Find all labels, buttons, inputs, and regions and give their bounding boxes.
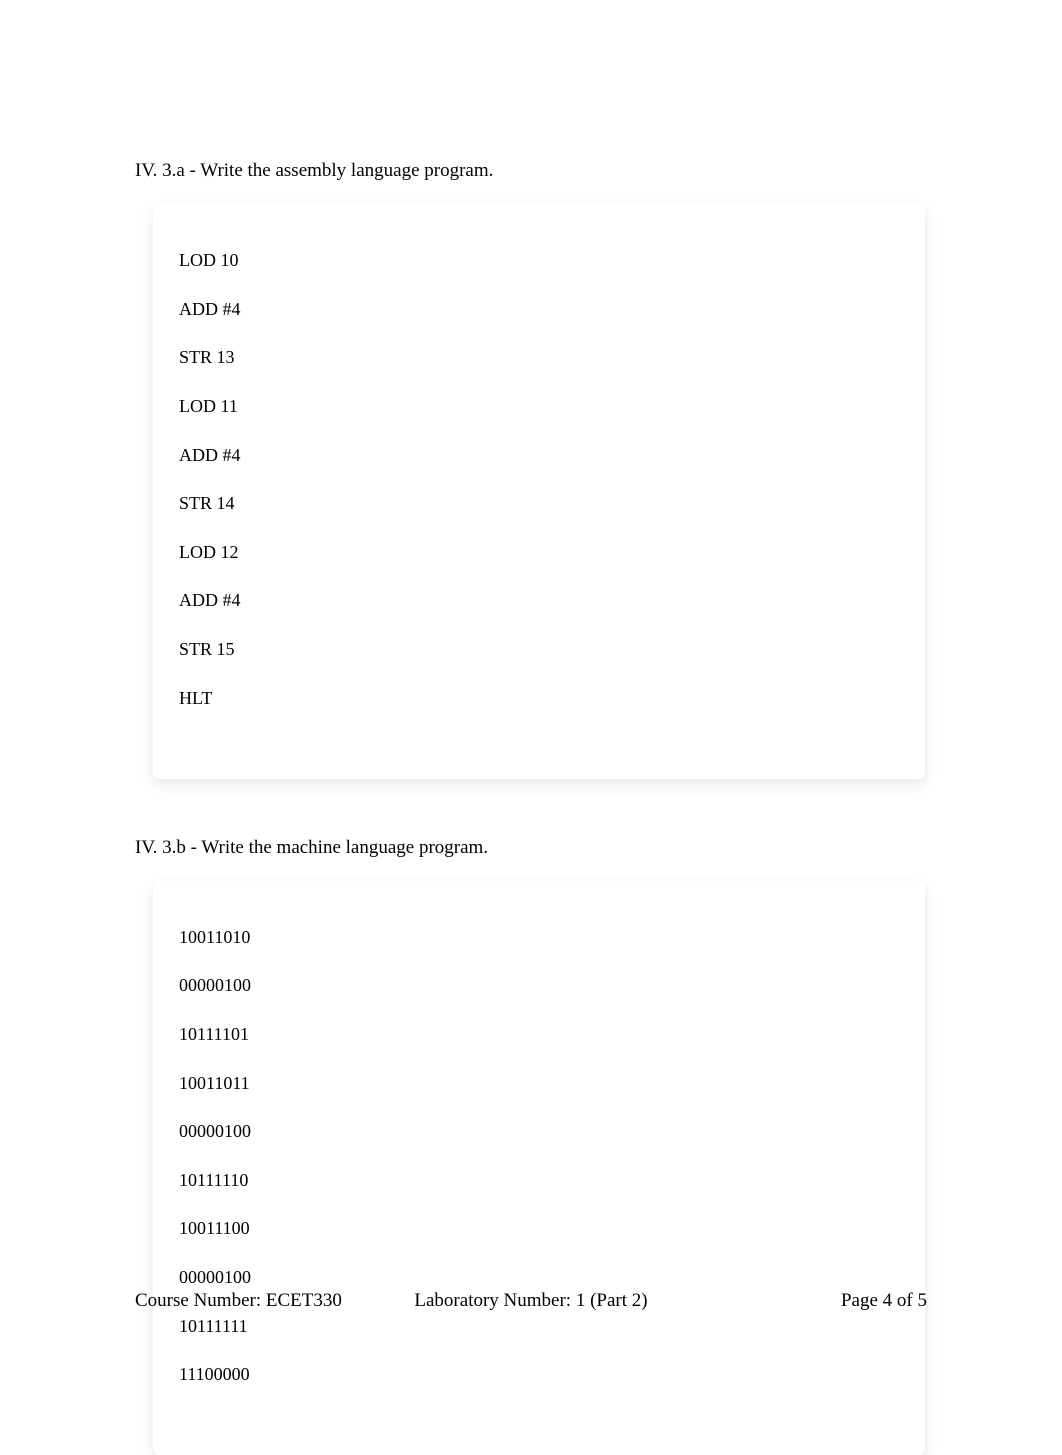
code-line: LOD 12 <box>179 540 899 564</box>
code-line: 10011011 <box>179 1071 899 1095</box>
code-line: ADD #4 <box>179 297 899 321</box>
code-line: 00000100 <box>179 1265 899 1289</box>
footer-page-number: Page 4 of 5 <box>841 1290 927 1312</box>
code-line: LOD 10 <box>179 248 899 272</box>
code-line: 10111101 <box>179 1022 899 1046</box>
code-line: 11100000 <box>179 1362 899 1386</box>
footer-lab-number: Laboratory Number: 1 (Part 2) <box>414 1290 647 1312</box>
assembly-code-box: LOD 10 ADD #4 STR 13 LOD 11 ADD #4 STR 1… <box>153 204 925 779</box>
page-content: IV. 3.a - Write the assembly language pr… <box>0 0 1062 1455</box>
code-line: ADD #4 <box>179 588 899 612</box>
code-line: HLT <box>179 686 899 710</box>
page-footer: Course Number: ECET330 Laboratory Number… <box>0 1290 1062 1312</box>
code-line: STR 14 <box>179 491 899 515</box>
code-line: 00000100 <box>179 1119 899 1143</box>
code-line: 10011010 <box>179 925 899 949</box>
code-line: STR 15 <box>179 637 899 661</box>
code-line: 10111110 <box>179 1168 899 1192</box>
code-line: STR 13 <box>179 345 899 369</box>
section-heading-a: IV. 3.a - Write the assembly language pr… <box>135 160 927 182</box>
code-line: LOD 11 <box>179 394 899 418</box>
code-line: 00000100 <box>179 973 899 997</box>
machine-code-box: 10011010 00000100 10111101 10011011 0000… <box>153 881 925 1455</box>
section-heading-b: IV. 3.b - Write the machine language pro… <box>135 837 927 859</box>
code-line: ADD #4 <box>179 443 899 467</box>
footer-course-number: Course Number: ECET330 <box>135 1290 342 1312</box>
code-line: 10011100 <box>179 1216 899 1240</box>
code-line: 10111111 <box>179 1314 899 1338</box>
